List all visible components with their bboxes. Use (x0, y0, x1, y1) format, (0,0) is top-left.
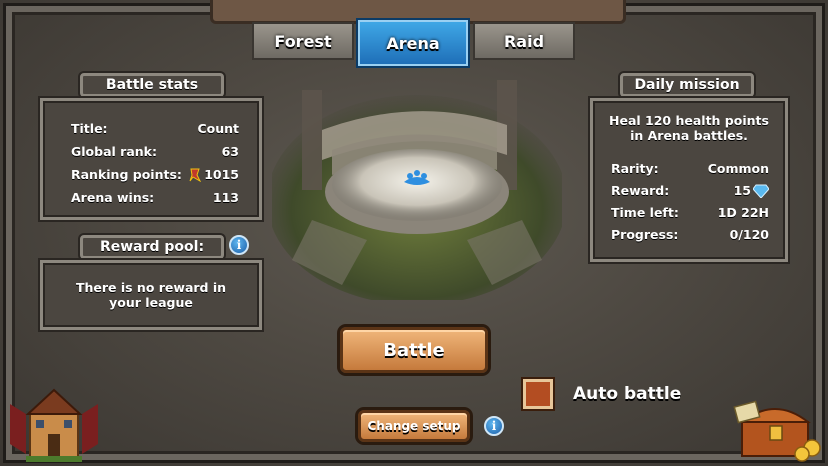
battle-stats-panel: Title: Count Global rank: 63 Ranking poi… (40, 98, 262, 220)
change-setup-button[interactable]: Change setup (358, 410, 470, 442)
mission-description: Heal 120 health points in Arena battles. (609, 113, 769, 143)
arena-illustration (272, 80, 562, 300)
mission-label: Time left: (611, 205, 679, 220)
daily-mission-heading-text: Daily mission (634, 77, 740, 93)
change-setup-info-icon[interactable]: i (484, 416, 504, 436)
stat-value: 63 (221, 144, 239, 159)
tab-raid[interactable]: Raid (473, 22, 575, 60)
tab-arena-label: Arena (386, 33, 440, 53)
mission-label: Progress: (611, 227, 679, 242)
mission-value-group: 15 (734, 183, 769, 198)
stat-value-group: 1015 (188, 167, 239, 182)
stat-value: 1015 (204, 167, 239, 182)
mission-value: 15 (733, 183, 751, 198)
castle-icon[interactable] (6, 384, 102, 464)
stat-label: Global rank: (71, 144, 157, 159)
tab-arena[interactable]: Arena (358, 20, 468, 66)
tab-forest-label: Forest (274, 31, 332, 51)
mission-label: Rarity: (611, 161, 659, 176)
stat-label: Ranking points: (71, 167, 182, 182)
change-setup-label: Change setup (367, 419, 461, 433)
reward-pool-panel: There is no reward in your league (40, 260, 262, 330)
info-glyph: i (236, 238, 242, 252)
auto-battle-label: Auto battle (573, 384, 682, 404)
battle-button-label: Battle (383, 339, 445, 361)
reward-pool-heading: Reward pool: (80, 235, 224, 259)
stat-row-arena-wins: Arena wins: 113 (43, 190, 259, 205)
tab-forest[interactable]: Forest (252, 22, 354, 60)
stat-label: Arena wins: (71, 190, 155, 205)
mission-row-reward: Reward: 15 (593, 183, 785, 198)
info-glyph: i (491, 419, 497, 433)
battle-stats-heading-text: Battle stats (105, 77, 199, 93)
auto-battle-checkbox[interactable] (523, 379, 553, 409)
daily-mission-heading: Daily mission (620, 73, 754, 97)
battle-stats-heading: Battle stats (80, 73, 224, 97)
battle-button[interactable]: Battle (340, 327, 488, 373)
stat-row-global-rank: Global rank: 63 (43, 144, 259, 159)
ranking-points-icon (189, 168, 202, 182)
treasure-chest-icon[interactable] (732, 392, 824, 462)
mission-row-rarity: Rarity: Common (593, 161, 785, 176)
stat-label: Title: (71, 121, 108, 136)
stat-row-title: Title: Count (43, 121, 259, 136)
mission-row-time-left: Time left: 1D 22H (593, 205, 785, 220)
gem-icon (753, 184, 769, 198)
tab-raid-label: Raid (503, 31, 545, 51)
daily-mission-panel: Heal 120 health points in Arena battles.… (590, 98, 788, 262)
mission-value: Common (707, 161, 769, 176)
stat-value: Count (197, 121, 239, 136)
reward-pool-message: There is no reward in your league (75, 280, 227, 310)
mission-label: Reward: (611, 183, 670, 198)
stat-value: 113 (212, 190, 239, 205)
stat-row-ranking-points: Ranking points: 1015 (43, 167, 259, 182)
game-screen: Forest Arena Raid Battle stats Title: Co… (0, 0, 828, 466)
reward-pool-info-icon[interactable]: i (229, 235, 249, 255)
reward-pool-heading-text: Reward pool: (99, 239, 205, 255)
mission-value: 1D 22H (717, 205, 769, 220)
mission-row-progress: Progress: 0/120 (593, 227, 785, 242)
mission-value: 0/120 (729, 227, 769, 242)
